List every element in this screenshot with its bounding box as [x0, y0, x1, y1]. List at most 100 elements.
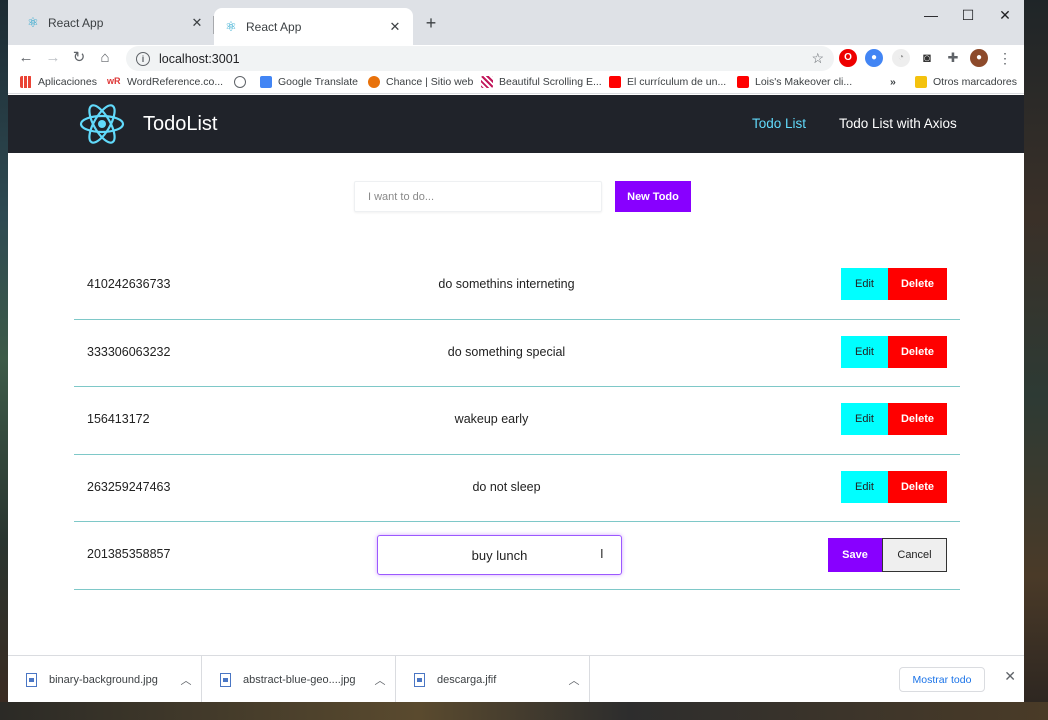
bookmark-label: Otros marcadores	[933, 76, 1018, 88]
todo-row: 333306063232 do something special Edit D…	[74, 320, 960, 387]
show-all-downloads-button[interactable]: Mostrar todo	[899, 667, 985, 692]
todo-list: 410242636733 do somethins interneting Ed…	[74, 252, 960, 590]
download-filename: descarga.jfif	[437, 673, 497, 686]
edit-button[interactable]: Edit	[841, 335, 888, 368]
menu-kebab-icon[interactable]: ⋮	[996, 49, 1014, 67]
download-item[interactable]: abstract-blue-geo....jpg ︿	[202, 656, 396, 702]
home-icon[interactable]: ⌂	[94, 47, 116, 69]
bookmark-google-translate[interactable]: Google Translate	[260, 76, 358, 88]
delete-button[interactable]: Delete	[888, 470, 947, 503]
back-icon[interactable]: ←	[15, 47, 37, 69]
bookmark-otros-marcadores[interactable]: Otros marcadores	[915, 76, 1017, 88]
folder-icon	[915, 76, 927, 88]
image-file-icon	[414, 672, 425, 687]
bookmarks-bar: Aplicaciones wR WordReference.co... Goog…	[8, 72, 1024, 94]
todo-actions: Save Cancel	[828, 538, 947, 572]
timer-extension-icon[interactable]: ◔	[892, 49, 910, 67]
todo-actions: Edit Delete	[841, 268, 947, 300]
close-tab-icon[interactable]: ✕	[189, 15, 205, 31]
todo-row: 410242636733 do somethins interneting Ed…	[74, 252, 960, 320]
bookmark-aplicaciones[interactable]: Aplicaciones	[20, 76, 97, 88]
chevron-up-icon[interactable]: ︿	[365, 672, 395, 688]
page-content: TodoList Todo List Todo List with Axios …	[8, 95, 1024, 655]
delete-button[interactable]: Delete	[888, 335, 947, 368]
bookmark-star-icon[interactable]: ☆	[811, 50, 824, 67]
browser-tab-1[interactable]: ⚛ React App ✕	[16, 8, 215, 38]
todo-text: wakeup early	[454, 412, 529, 426]
reload-icon[interactable]: ↻	[68, 47, 90, 69]
download-item[interactable]: descarga.jfif ︿	[396, 656, 590, 702]
download-filename: abstract-blue-geo....jpg	[243, 673, 356, 686]
app-navbar: TodoList Todo List Todo List with Axios	[8, 95, 1024, 153]
todo-text: do somethins interneting	[438, 277, 575, 291]
browser-window: ⚛ React App ✕ ⚛ React App ✕ + — ☐ ✕ ← → …	[8, 0, 1024, 702]
todo-row: 156413172 wakeup early Edit Delete	[74, 387, 960, 455]
new-extension-icon[interactable]: ●	[865, 49, 883, 67]
address-bar[interactable]: i localhost:3001 ☆	[126, 46, 834, 71]
tab-title: React App	[48, 16, 104, 30]
todo-text: do not sleep	[472, 479, 541, 494]
delete-button[interactable]: Delete	[888, 403, 947, 435]
bookmark-chance[interactable]: Chance | Sitio web	[368, 76, 473, 88]
todo-actions: Edit Delete	[841, 470, 947, 503]
browser-tab-2[interactable]: ⚛ React App ✕	[214, 8, 413, 45]
nav-link-todo-list[interactable]: Todo List	[752, 116, 806, 131]
minimize-icon[interactable]: —	[912, 4, 950, 26]
camera-icon[interactable]: ◙	[918, 49, 936, 67]
text-cursor-icon: I	[600, 546, 604, 561]
youtube-icon	[609, 76, 621, 88]
todo-id: 410242636733	[87, 277, 171, 291]
todo-id: 333306063232	[87, 344, 171, 359]
forward-icon[interactable]: →	[42, 47, 64, 69]
todo-id: 201385358857	[87, 547, 171, 561]
url-text: localhost:3001	[159, 51, 240, 66]
youtube-icon	[737, 76, 749, 88]
download-item[interactable]: binary-background.jpg ︿	[8, 656, 202, 702]
delete-button[interactable]: Delete	[888, 268, 947, 300]
bookmark-beautiful-scrolling[interactable]: Beautiful Scrolling E...	[481, 76, 602, 88]
chevron-up-icon[interactable]: ︿	[559, 672, 589, 688]
bookmark-label: El currículum de un...	[627, 76, 727, 88]
brand-name[interactable]: TodoList	[143, 113, 218, 136]
edit-button[interactable]: Edit	[841, 403, 888, 435]
bookmark-label: Chance | Sitio web	[386, 76, 474, 88]
bookmarks-overflow-chevron-icon[interactable]: »	[890, 76, 896, 88]
todo-id: 263259247463	[87, 479, 171, 494]
chevron-up-icon[interactable]: ︿	[171, 672, 201, 688]
todo-row-editing: 201385358857 I Save Cancel	[74, 522, 960, 590]
new-todo-button[interactable]: New Todo	[615, 181, 691, 212]
edit-button[interactable]: Edit	[841, 470, 888, 503]
translate-icon	[260, 76, 272, 88]
bookmark-lois-makeover[interactable]: Lois's Makeover cli...	[737, 76, 852, 88]
save-button[interactable]: Save	[828, 538, 882, 572]
bookmark-globe[interactable]	[234, 76, 252, 88]
edit-todo-input[interactable]	[377, 535, 622, 575]
new-tab-icon[interactable]: +	[420, 12, 442, 34]
opera-icon[interactable]: O	[839, 49, 857, 67]
bookmark-label: WordReference.co...	[127, 76, 224, 88]
info-icon[interactable]: i	[136, 51, 150, 66]
close-window-icon[interactable]: ✕	[986, 4, 1024, 26]
react-logo-icon[interactable]	[78, 99, 126, 149]
cancel-button[interactable]: Cancel	[882, 538, 947, 572]
nav-link-todo-list-axios[interactable]: Todo List with Axios	[839, 116, 957, 131]
profile-avatar[interactable]: ●	[970, 49, 988, 67]
edit-button[interactable]: Edit	[841, 268, 888, 300]
image-file-icon	[220, 672, 231, 687]
extensions-puzzle-icon[interactable]: ✚	[944, 49, 962, 67]
maximize-icon[interactable]: ☐	[949, 4, 987, 26]
bookmark-label: »	[890, 76, 896, 88]
react-favicon-icon: ⚛	[27, 15, 39, 30]
desktop-background-bottom	[0, 702, 1048, 720]
close-shelf-icon[interactable]: ✕	[1004, 668, 1016, 685]
new-todo-form: New Todo	[354, 181, 691, 212]
bookmark-curriculum[interactable]: El currículum de un...	[609, 76, 726, 88]
bookmark-wordreference[interactable]: wR WordReference.co...	[107, 76, 223, 88]
new-todo-input[interactable]	[354, 181, 602, 212]
todo-actions: Edit Delete	[841, 335, 947, 368]
close-tab-icon[interactable]: ✕	[387, 19, 403, 35]
todo-actions: Edit Delete	[841, 403, 947, 435]
bookmark-label: Google Translate	[278, 76, 358, 88]
browser-toolbar: ← → ↻ ⌂ i localhost:3001 ☆ O ● ◔ ◙ ✚ ● ⋮	[8, 45, 1024, 72]
download-filename: binary-background.jpg	[49, 673, 158, 686]
